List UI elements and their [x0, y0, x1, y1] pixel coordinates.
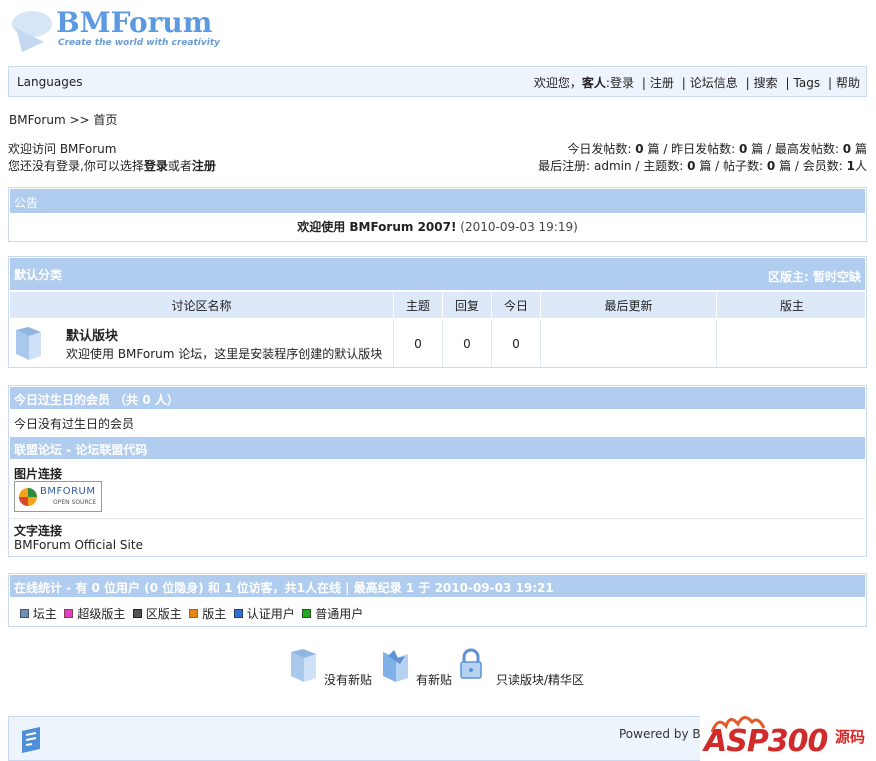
forum-description: 欢迎使用 BMForum 论坛，这里是安装程序创建的默认版块	[66, 347, 383, 361]
legend-moderator: 版主	[189, 607, 226, 621]
legend-swatch-super-moderator	[64, 609, 74, 618]
bmforum-badge-icon	[19, 488, 37, 506]
guest-label: 客人	[581, 76, 606, 90]
links-header: 联盟论坛 - 论坛联盟代码	[10, 437, 865, 459]
legend-swatch-normal-user	[302, 609, 312, 618]
category-header: 默认分类 区版主: 暂时空缺	[10, 258, 865, 290]
legend-readonly-label: 只读版块/精华区	[496, 673, 585, 687]
forum-replies-count: 0	[463, 337, 471, 351]
legend-swatch-verified-user	[233, 609, 243, 618]
image-links-label: 图片连接	[14, 467, 63, 481]
forum-today-count: 0	[512, 337, 520, 351]
search-link[interactable]: 搜索	[754, 76, 778, 90]
register-link[interactable]: 注册	[650, 76, 674, 90]
watermark-text: ASP300	[704, 724, 828, 759]
legend-swatch-area-moderator	[132, 609, 142, 618]
notice-body: 欢迎使用 BMForum 2007! (2010-09-03 19:19)	[9, 218, 866, 235]
logo-title: BMForum	[56, 6, 213, 39]
greeting: 欢迎访问 BMForum 您还没有登录,你可以选择登录或者注册	[8, 141, 216, 175]
notice-link[interactable]: 欢迎使用 BMForum 2007!	[297, 220, 456, 234]
folder-no-new-icon	[291, 649, 316, 682]
forum-table-header: 讨论区名称 主题 回复 今日 最后更新 版主	[10, 292, 865, 318]
banner-text: BMFORUM	[40, 486, 96, 497]
greeting-login-link[interactable]: 登录	[144, 159, 168, 173]
legend-new-label: 有新贴	[416, 673, 453, 687]
legend-verified-user: 认证用户	[233, 607, 295, 621]
user-menu: 欢迎您，客人:登录 | 注册 | 论坛信息 | 搜索 | Tags | 帮助	[533, 76, 860, 90]
forum-row: 默认版块 欢迎使用 BMForum 论坛，这里是安装程序创建的默认版块 0 0 …	[10, 319, 865, 367]
greeting-line1: 欢迎访问 BMForum	[8, 142, 117, 156]
col-topics: 主题	[405, 299, 430, 313]
forum-info-link[interactable]: 论坛信息	[690, 76, 738, 90]
col-replies: 回复	[454, 299, 479, 313]
birthday-header: 今日过生日的会员 （共 0 人）	[10, 387, 865, 409]
forum-topics-count: 0	[414, 337, 422, 351]
online-header[interactable]: 在线统计 - 有 0 位用户 (0 位隐身) 和 1 位访客，共1人在线 | 最…	[10, 575, 865, 597]
online-panel: 在线统计 - 有 0 位用户 (0 位隐身) 和 1 位访客，共1人在线 | 最…	[8, 573, 867, 627]
breadcrumb: BMForum >> 首页	[9, 113, 118, 127]
greeting-line2: 您还没有登录,你可以选择登录或者注册	[8, 159, 216, 173]
legend-no-new-label: 没有新贴	[324, 673, 373, 687]
legend-super-moderator: 超级版主	[64, 607, 125, 621]
col-today: 今日	[503, 299, 528, 313]
greeting-register-link[interactable]: 注册	[192, 159, 216, 173]
category-panel: 默认分类 区版主: 暂时空缺 讨论区名称 主题 回复 今日 最后更新 版主 默认…	[8, 256, 867, 368]
login-link[interactable]: 登录	[610, 76, 634, 90]
logo-tagline: Create the world with creativity	[58, 38, 221, 48]
asp300-watermark: ASP300 源码	[700, 712, 876, 761]
languages-link[interactable]: Languages	[17, 75, 82, 89]
official-site-link[interactable]: BMForum Official Site	[14, 538, 143, 552]
breadcrumb-current: 首页	[93, 113, 118, 127]
bookmark-icon[interactable]	[18, 725, 48, 755]
bmforum-banner-link[interactable]: BMFORUM OPEN SOURCE	[14, 481, 102, 512]
folder-no-new-icon	[16, 327, 41, 360]
legend-normal-user: 普通用户	[302, 607, 363, 621]
notice-date: (2010-09-03 19:19)	[460, 220, 578, 234]
breadcrumb-home[interactable]: BMForum	[9, 113, 66, 127]
member-stats: 最后注册: admin / 主题数: 0 篇 / 帖子数: 0 篇 / 会员数:…	[538, 159, 867, 173]
banner-subtext: OPEN SOURCE	[53, 499, 97, 506]
legend-area-moderator: 区版主	[132, 607, 182, 621]
site-logo[interactable]: BMForum Create the world with creativity	[10, 6, 220, 56]
category-moderator: 区版主: 暂时空缺	[768, 270, 861, 284]
welcome-text: 欢迎您，	[533, 76, 582, 90]
notice-panel: 公告 欢迎使用 BMForum 2007! (2010-09-03 19:19)	[8, 187, 867, 242]
legend-swatch-admin	[20, 609, 29, 618]
cloud-logo-icon	[12, 11, 52, 52]
birthday-text: 今日没有过生日的会员	[14, 417, 135, 431]
top-nav-bar: Languages 欢迎您，客人:登录 | 注册 | 论坛信息 | 搜索 | Tags …	[8, 66, 867, 97]
icon-legend: 没有新贴 有新贴 只读版块/精华区	[288, 648, 608, 692]
col-last-update: 最后更新	[604, 299, 653, 313]
category-title[interactable]: 默认分类	[14, 266, 62, 283]
tags-link[interactable]: Tags	[794, 76, 821, 90]
post-stats: 今日发帖数: 0 篇 / 昨日发帖数: 0 篇 / 最高发帖数: 0 篇	[567, 142, 867, 156]
legend-swatch-moderator	[189, 609, 199, 618]
last-registered-link[interactable]: admin	[594, 159, 632, 173]
powered-by-text: Powered by BM	[619, 727, 711, 741]
online-legend: 坛主 超级版主 区版主 版主 认证用户 普通用户	[20, 605, 363, 622]
watermark-cn-text: 源码	[835, 728, 866, 746]
notice-header: 公告	[10, 189, 865, 213]
text-links-label: 文字连接	[14, 524, 63, 538]
col-forum-name: 讨论区名称	[171, 299, 232, 313]
forum-name-link[interactable]: 默认版块	[66, 325, 118, 344]
help-link[interactable]: 帮助	[836, 76, 860, 90]
forum-stats: 今日发帖数: 0 篇 / 昨日发帖数: 0 篇 / 最高发帖数: 0 篇 最后注…	[538, 141, 867, 175]
col-moderator: 版主	[779, 299, 804, 313]
lock-icon	[460, 648, 482, 679]
folder-new-posts-icon	[383, 650, 408, 682]
birthday-links-panel: 今日过生日的会员 （共 0 人） 今日没有过生日的会员 联盟论坛 - 论坛联盟代…	[8, 385, 867, 557]
legend-admin: 坛主	[20, 607, 57, 621]
